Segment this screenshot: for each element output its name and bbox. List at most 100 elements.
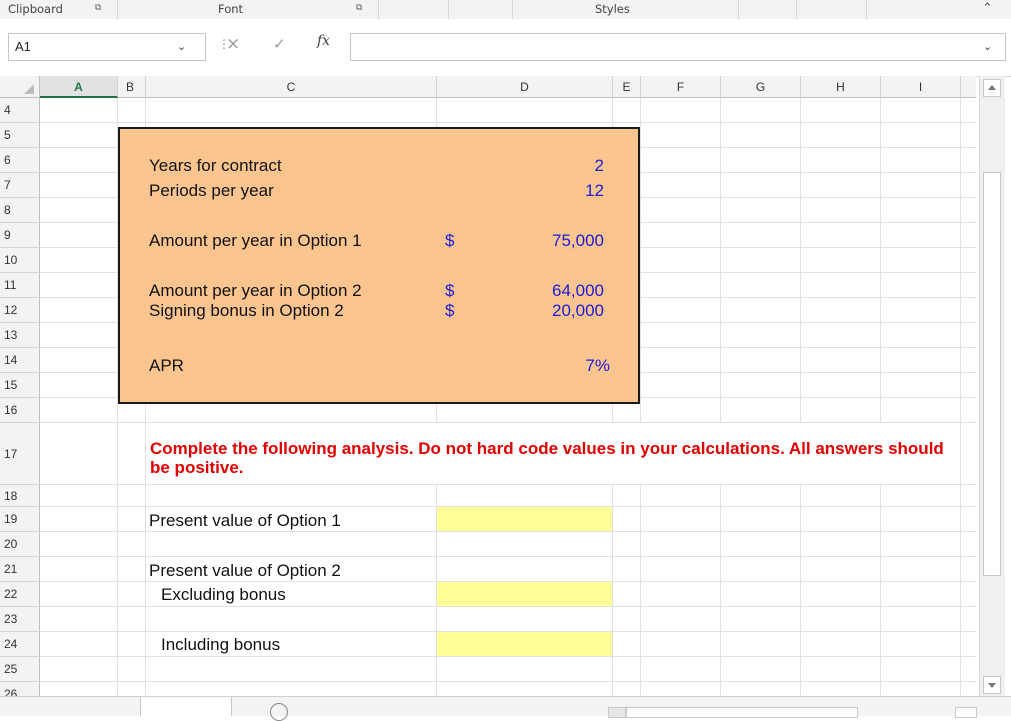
column-header-a[interactable]: A [40, 76, 118, 98]
bonus-value[interactable]: 20,000 [438, 301, 604, 321]
horizontal-scroll-thumb[interactable] [626, 707, 858, 718]
row-header-14[interactable]: 14 [0, 348, 40, 373]
row-header-26[interactable]: 26 [0, 682, 40, 696]
row-header-18[interactable]: 18 [0, 485, 40, 507]
clipboard-launcher-icon[interactable]: ⧉ [95, 3, 101, 13]
ribbon-separator [378, 0, 379, 19]
ribbon-separator [796, 0, 797, 19]
bonus-label: Signing bonus in Option 2 [149, 301, 344, 320]
font-launcher-icon[interactable]: ⧉ [356, 3, 362, 13]
add-sheet-plus-icon[interactable] [270, 703, 288, 721]
row-header-7[interactable]: 7 [0, 173, 40, 198]
column-header-f[interactable]: F [641, 76, 721, 98]
row-header-13[interactable]: 13 [0, 323, 40, 348]
scroll-thumb[interactable] [983, 172, 1001, 576]
ribbon-separator [448, 0, 449, 19]
option2-value[interactable]: 64,000 [438, 281, 604, 301]
gridline [800, 98, 801, 696]
scroll-down-button[interactable] [983, 676, 1001, 694]
row-header-24[interactable]: 24 [0, 632, 40, 657]
row-header-20[interactable]: 20 [0, 532, 40, 557]
periods-value[interactable]: 12 [438, 181, 604, 201]
row-header-19[interactable]: 19 [0, 507, 40, 532]
ribbon-separator [866, 0, 867, 19]
row-header-16[interactable]: 16 [0, 398, 40, 423]
chevron-down-icon[interactable]: ⌄ [177, 40, 186, 53]
gridline [880, 98, 881, 696]
gridline [960, 98, 961, 696]
horizontal-scroll-left-button[interactable] [608, 707, 626, 718]
triangle-down-icon [988, 683, 996, 688]
column-header-i[interactable]: I [881, 76, 961, 98]
years-label: Years for contract [149, 156, 282, 175]
row-header-9[interactable]: 9 [0, 223, 40, 248]
pv-option1-answer-cell[interactable] [437, 507, 612, 531]
name-box[interactable]: A1 ⌄ [8, 33, 206, 61]
column-header-partial [961, 76, 976, 98]
column-header-h[interactable]: H [801, 76, 881, 98]
row-header-12[interactable]: 12 [0, 298, 40, 323]
gridline [40, 484, 976, 485]
row-header-15[interactable]: 15 [0, 373, 40, 398]
worksheet-grid[interactable]: A B C D E F G H I 4 5 6 7 8 9 10 11 12 1… [0, 76, 976, 696]
ribbon-separator [117, 0, 118, 19]
including-bonus-label: Including bonus [161, 635, 281, 654]
years-value[interactable]: 2 [438, 156, 604, 176]
column-header-g[interactable]: G [721, 76, 801, 98]
inputs-box: Years for contract 2 Periods per year 12… [118, 127, 640, 404]
expand-chevron-down-icon[interactable]: ⌄ [983, 40, 992, 53]
ribbon-group-styles: Styles [595, 2, 630, 16]
excluding-bonus-label: Excluding bonus [161, 585, 286, 604]
enter-check-icon[interactable]: ✓ [273, 35, 286, 53]
gridline [640, 98, 641, 696]
horizontal-scroll-right-button[interactable] [955, 707, 977, 718]
ribbon-group-font: Font [218, 2, 244, 16]
column-header-b[interactable]: B [118, 76, 146, 98]
row-header-25[interactable]: 25 [0, 657, 40, 682]
gridline [40, 531, 976, 532]
row-header-5[interactable]: 5 [0, 123, 40, 148]
pv-option1-label: Present value of Option 1 [149, 511, 341, 530]
ribbon-separator [738, 0, 739, 19]
cancel-icon[interactable]: × [226, 34, 240, 54]
including-bonus-answer-cell[interactable] [437, 632, 612, 656]
gridline [40, 681, 976, 682]
gridline [40, 122, 976, 123]
row-header-8[interactable]: 8 [0, 198, 40, 223]
row-header-22[interactable]: 22 [0, 582, 40, 607]
excluding-bonus-answer-cell[interactable] [437, 582, 612, 606]
row-header-21[interactable]: 21 [0, 557, 40, 582]
column-header-d[interactable]: D [437, 76, 613, 98]
scroll-up-button[interactable] [983, 79, 1001, 97]
row-header-23[interactable]: 23 [0, 607, 40, 632]
row-header-17[interactable]: 17 [0, 423, 40, 485]
gridline [40, 606, 976, 607]
triangle-up-icon [988, 85, 996, 90]
apr-value[interactable]: 7% [438, 356, 610, 376]
ribbon-group-clipboard: Clipboard [8, 2, 63, 16]
sheet-tab-active[interactable] [140, 697, 232, 716]
ribbon-separator [512, 0, 513, 19]
row-header-11[interactable]: 11 [0, 273, 40, 298]
row-header-6[interactable]: 6 [0, 148, 40, 173]
gridline [40, 656, 976, 657]
option1-value[interactable]: 75,000 [438, 231, 604, 251]
select-all-corner[interactable] [0, 76, 40, 98]
name-box-value: A1 [15, 39, 31, 54]
formula-bar-area: A1 ⌄ ⋮ × ✓ fx ⌄ [0, 19, 1011, 77]
apr-label: APR [149, 356, 184, 375]
insert-function-fx-icon[interactable]: fx [317, 33, 330, 49]
formula-input[interactable]: ⌄ [350, 33, 1006, 61]
row-header-4[interactable]: 4 [0, 98, 40, 123]
row-header-10[interactable]: 10 [0, 248, 40, 273]
vertical-scrollbar[interactable] [979, 76, 1005, 698]
collapse-ribbon-chevron-up-icon[interactable]: ⌃ [982, 1, 993, 16]
option1-label: Amount per year in Option 1 [149, 231, 362, 250]
sheet-tab-bar [0, 696, 1011, 721]
pv-option2-label: Present value of Option 2 [149, 561, 341, 580]
periods-label: Periods per year [149, 181, 274, 200]
option2-label: Amount per year in Option 2 [149, 281, 362, 300]
column-header-c[interactable]: C [146, 76, 437, 98]
select-all-triangle-icon [24, 84, 34, 94]
column-header-e[interactable]: E [613, 76, 641, 98]
